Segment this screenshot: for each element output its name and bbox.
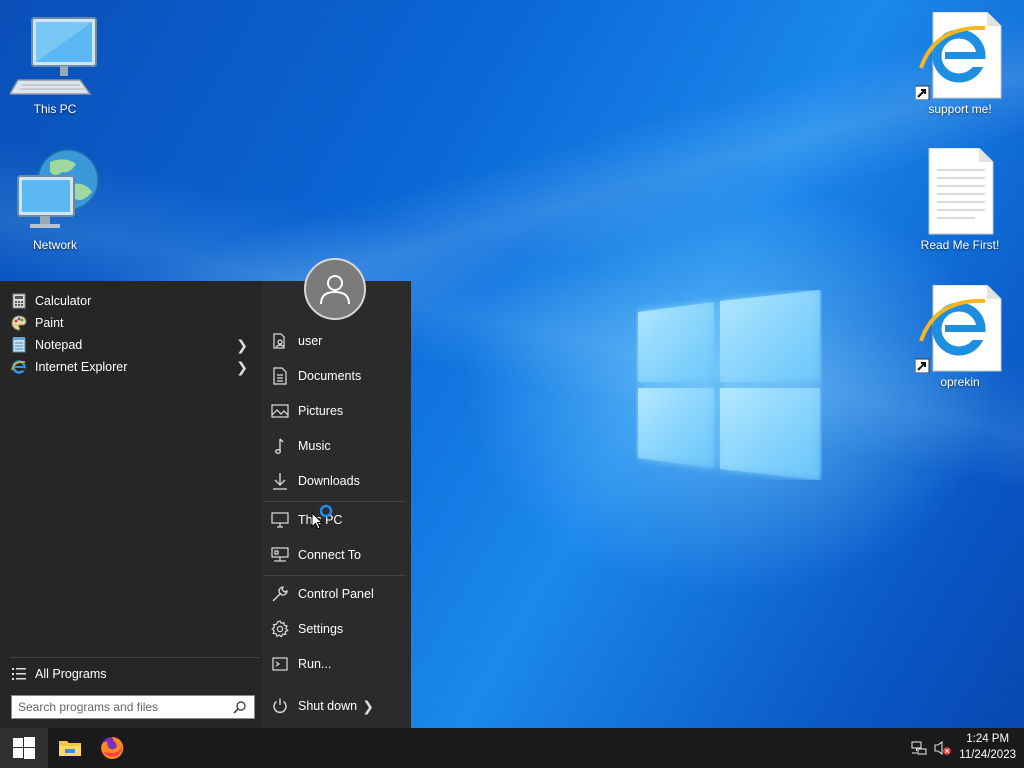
shut-down-label: Shut down <box>298 699 358 713</box>
divider <box>10 657 260 658</box>
start-item-label: Music <box>298 439 331 453</box>
chevron-right-icon[interactable]: ❯ <box>362 698 374 715</box>
run-icon <box>270 654 290 674</box>
desktop-icon-label: support me! <box>928 102 992 116</box>
start-item-documents[interactable]: Documents <box>270 361 406 391</box>
chevron-right-icon: ❯ <box>236 359 248 375</box>
windows-logo-icon <box>13 737 35 759</box>
monitor-icon <box>270 510 290 530</box>
internet-explorer-icon <box>10 358 28 376</box>
download-arrow-icon <box>270 471 290 491</box>
taskbar-file-explorer-button[interactable] <box>50 728 90 768</box>
calculator-icon <box>10 292 28 310</box>
shut-down-button[interactable]: Shut down ❯ <box>270 691 406 721</box>
start-item-this-pc[interactable]: This PC <box>270 505 406 535</box>
chevron-right-icon: ❯ <box>236 337 248 353</box>
taskbar: 1:24 PM 11/24/2023 <box>0 728 1024 768</box>
desktop-icon-oprekin[interactable]: oprekin <box>914 284 1005 389</box>
pictures-icon <box>270 401 290 421</box>
start-item-label: Run... <box>298 657 332 671</box>
start-item-control-panel[interactable]: Control Panel <box>270 579 406 609</box>
program-label: Internet Explorer <box>35 360 128 374</box>
taskbar-clock[interactable]: 1:24 PM 11/24/2023 <box>959 731 1016 763</box>
wrench-icon <box>270 584 290 604</box>
file-explorer-icon <box>59 741 81 756</box>
internet-explorer-shortcut-icon <box>914 11 1005 101</box>
divider <box>264 501 406 502</box>
network-globe-icon <box>10 148 100 236</box>
start-item-label: Control Panel <box>298 587 374 601</box>
program-internet-explorer[interactable]: Internet Explorer ❯ <box>10 356 254 378</box>
divider <box>264 575 406 576</box>
all-programs-label: All Programs <box>35 667 107 681</box>
desktop-icon-this-pc[interactable]: This PC <box>8 12 100 116</box>
desktop-icon-label: Network <box>32 238 77 252</box>
desktop-icon-support-me[interactable]: support me! <box>914 11 1005 116</box>
notepad-icon <box>10 336 28 354</box>
program-notepad[interactable]: Notepad ❯ <box>10 334 254 356</box>
program-paint[interactable]: Paint <box>10 312 254 334</box>
network-tray-icon[interactable] <box>911 740 927 761</box>
start-item-label: user <box>298 334 323 348</box>
program-label: Calculator <box>35 294 92 308</box>
start-item-label: Pictures <box>298 404 344 418</box>
music-note-icon <box>270 436 290 456</box>
start-item-connect-to[interactable]: Connect To <box>270 540 406 570</box>
start-item-run[interactable]: Run... <box>270 649 406 679</box>
desktop-icon-read-me-first[interactable]: Read Me First! <box>915 147 1005 252</box>
start-item-label: Connect To <box>298 548 362 562</box>
start-item-user[interactable]: user <box>270 326 406 356</box>
text-document-icon <box>915 147 1005 236</box>
wallpaper-windows-logo <box>636 290 822 480</box>
desktop-icon-network[interactable]: Network <box>10 148 100 252</box>
start-button[interactable] <box>0 728 48 768</box>
paint-palette-icon <box>10 314 28 332</box>
start-item-label: Downloads <box>298 474 360 488</box>
search-placeholder: Search programs and files <box>18 700 159 714</box>
busy-cursor-icon <box>311 503 337 534</box>
start-item-label: Documents <box>298 369 362 383</box>
program-label: Paint <box>35 316 64 330</box>
start-item-music[interactable]: Music <box>270 431 406 461</box>
firefox-icon <box>101 736 124 759</box>
start-menu-programs-pane: Calculator Paint Notepad ❯ Internet Expl… <box>0 281 262 728</box>
desktop-icon-label: Read Me First! <box>920 238 1000 252</box>
network-connect-icon <box>270 545 290 565</box>
all-programs-button[interactable]: All Programs <box>10 663 254 685</box>
volume-muted-icon[interactable] <box>934 740 952 761</box>
start-menu: Calculator Paint Notepad ❯ Internet Expl… <box>0 281 411 728</box>
user-folder-icon <box>270 331 290 351</box>
document-icon <box>270 366 290 386</box>
internet-explorer-shortcut-icon <box>914 284 1005 374</box>
gear-icon <box>270 619 290 639</box>
computer-icon <box>8 12 100 100</box>
user-avatar[interactable] <box>304 258 366 320</box>
start-item-downloads[interactable]: Downloads <box>270 466 406 496</box>
program-calculator[interactable]: Calculator <box>10 290 254 312</box>
program-label: Notepad <box>35 338 83 352</box>
power-icon <box>270 696 290 716</box>
start-item-label: Settings <box>298 622 344 636</box>
list-icon <box>10 665 28 683</box>
search-input[interactable]: Search programs and files <box>11 695 255 719</box>
search-icon[interactable] <box>233 700 247 717</box>
desktop-icon-label: oprekin <box>940 375 980 389</box>
desktop-icon-label: This PC <box>33 102 77 116</box>
start-item-pictures[interactable]: Pictures <box>270 396 406 426</box>
start-item-settings[interactable]: Settings <box>270 614 406 644</box>
taskbar-firefox-button[interactable] <box>92 728 132 768</box>
clock-time: 1:24 PM <box>966 733 1010 745</box>
clock-date: 11/24/2023 <box>959 749 1016 761</box>
